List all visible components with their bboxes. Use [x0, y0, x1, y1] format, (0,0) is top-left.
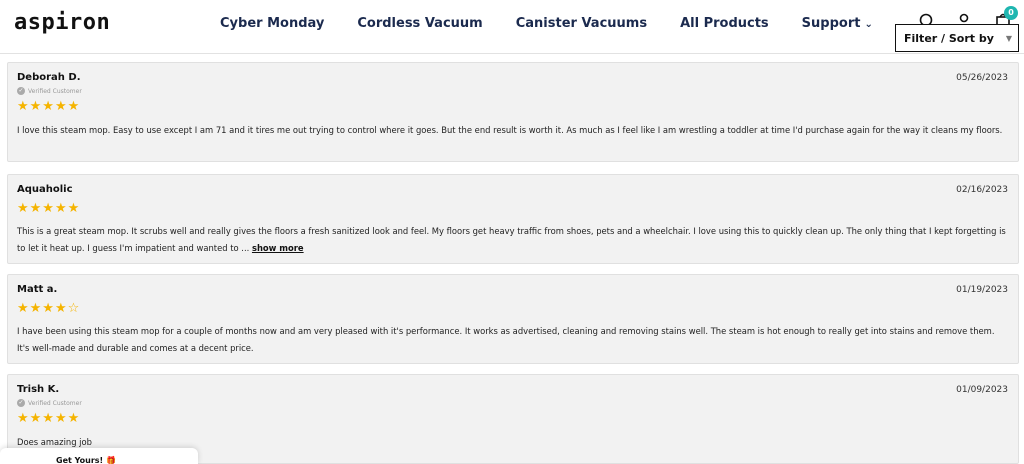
check-icon: ✓: [17, 399, 25, 407]
main-nav: Cyber Monday Cordless Vacuum Canister Va…: [220, 16, 906, 31]
reviewer-name: Deborah D.: [17, 72, 81, 83]
nav-item-cordless-vacuum[interactable]: Cordless Vacuum: [357, 16, 482, 31]
star-rating: ★★★★☆: [17, 301, 81, 316]
reviewer-name: Trish K.: [17, 384, 60, 395]
review-date: 02/16/2023: [956, 185, 1008, 195]
filter-sort-dropdown[interactable]: Filter / Sort by ▼: [895, 24, 1019, 52]
brand-logo[interactable]: aspiron: [14, 10, 110, 35]
show-more-link[interactable]: show more: [252, 243, 304, 253]
nav-item-all-products[interactable]: All Products: [680, 16, 769, 31]
gift-icon: 🎁: [106, 456, 116, 464]
star-rating: ★★★★★: [17, 201, 81, 216]
reviewer-name: Matt a.: [17, 284, 58, 295]
nav-item-canister-vacuums[interactable]: Canister Vacuums: [516, 16, 647, 31]
get-yours-popup[interactable]: Get Yours! 🎁: [0, 448, 198, 464]
review-text: I love this steam mop. Easy to use excep…: [17, 125, 1003, 135]
review-text-excerpt: This is a great steam mop. It scrubs wel…: [17, 226, 1006, 253]
review-text: This is a great steam mop. It scrubs wel…: [17, 223, 1008, 257]
review-date: 01/19/2023: [956, 285, 1008, 295]
verified-label: Verified Customer: [28, 87, 82, 95]
chevron-down-icon: ▼: [1005, 34, 1012, 43]
popup-label: Get Yours!: [56, 456, 104, 464]
nav-item-cyber-monday[interactable]: Cyber Monday: [220, 16, 324, 31]
filter-sort-label: Filter / Sort by: [904, 32, 994, 45]
review-card: Matt a. 01/19/2023 ★★★★☆ I have been usi…: [7, 274, 1019, 364]
verified-label: Verified Customer: [28, 399, 82, 407]
review-card: Aquaholic 02/16/2023 ★★★★★ This is a gre…: [7, 174, 1019, 264]
verified-badge: ✓ Verified Customer: [17, 399, 82, 407]
star-rating: ★★★★★: [17, 411, 81, 426]
verified-badge: ✓ Verified Customer: [17, 87, 82, 95]
review-date: 01/09/2023: [956, 385, 1008, 395]
cart-count-badge: 0: [1004, 6, 1018, 20]
review-text: I have been using this steam mop for a c…: [17, 326, 995, 353]
site-header: aspiron Cyber Monday Cordless Vacuum Can…: [0, 0, 1024, 54]
chevron-down-icon: ⌄: [864, 19, 873, 30]
review-date: 05/26/2023: [956, 73, 1008, 83]
star-rating: ★★★★★: [17, 99, 81, 114]
review-card: Deborah D. 05/26/2023 ✓ Verified Custome…: [7, 62, 1019, 162]
reviewer-name: Aquaholic: [17, 184, 73, 195]
check-icon: ✓: [17, 87, 25, 95]
nav-item-support[interactable]: Support ⌄: [802, 16, 873, 31]
nav-item-support-label: Support: [801, 16, 861, 31]
